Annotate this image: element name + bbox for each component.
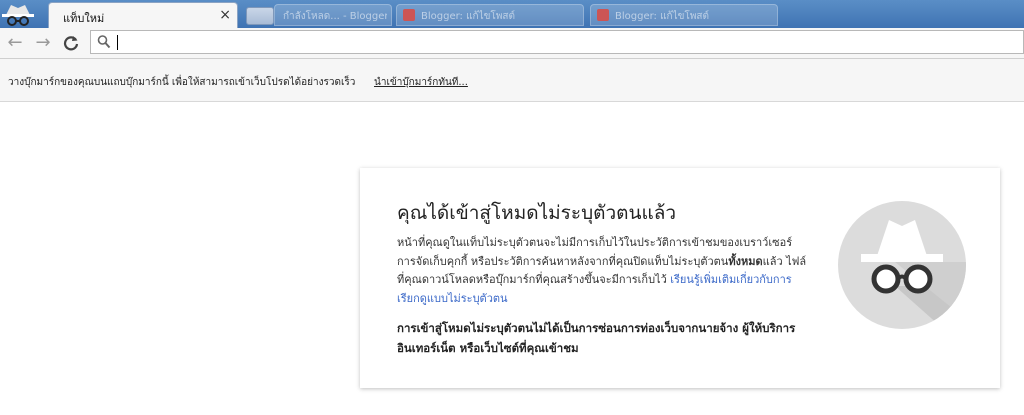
description-bold: ทั้งหมด	[728, 254, 763, 268]
bookmark-bar: วางบุ๊กมาร์กของคุณบนแถบบุ๊กมาร์กนี้ เพื่…	[0, 59, 1024, 102]
blogger-favicon-icon	[403, 9, 415, 21]
tab-new-tab[interactable]: แท็บใหม่ ×	[48, 2, 238, 28]
incognito-heading: คุณได้เข้าสู่โหมดไม่ระบุตัวตนแล้ว	[397, 202, 677, 224]
bookmark-bar-message: วางบุ๊กมาร์กของคุณบนแถบบุ๊กมาร์กนี้ เพื่…	[8, 77, 356, 88]
search-icon	[97, 34, 111, 54]
reload-icon[interactable]	[60, 32, 82, 54]
incognito-icon	[0, 0, 46, 28]
new-tab-button[interactable]	[246, 7, 274, 25]
omnibox-input[interactable]	[117, 33, 1001, 53]
incognito-warning: การเข้าสู่โหมดไม่ระบุตัวตนไม่ได้เป็นการซ…	[397, 321, 796, 355]
tab-strip: แท็บใหม่ × กำลังโหลด... - Blogger Blogge…	[0, 0, 1024, 28]
toolbar: ← →	[0, 28, 1024, 59]
close-icon[interactable]: ×	[219, 7, 231, 23]
omnibox[interactable]	[90, 30, 1024, 54]
tab-title: Blogger: แก้ไขโพสต์	[421, 11, 516, 22]
background-tab[interactable]: Blogger: แก้ไขโพสต์	[590, 4, 778, 26]
import-bookmarks-link[interactable]: นำเข้าบุ๊กมาร์กทันที...	[374, 75, 468, 90]
tab-title: Blogger: แก้ไขโพสต์	[615, 11, 710, 22]
incognito-description: หน้าที่คุณดูในแท็บไม่ระบุตัวตนจะไม่มีการ…	[397, 234, 807, 308]
blogger-favicon-icon	[597, 9, 609, 21]
background-tab[interactable]: Blogger: แก้ไขโพสต์	[396, 4, 584, 26]
text-caret	[117, 35, 118, 50]
tab-title: แท็บใหม่	[63, 12, 105, 25]
spy-icon	[837, 200, 967, 334]
incognito-card: คุณได้เข้าสู่โหมดไม่ระบุตัวตนแล้ว หน้าที…	[360, 168, 1000, 388]
tab-title: กำลังโหลด... - Blogger	[283, 11, 387, 22]
back-icon[interactable]: ←	[4, 32, 26, 54]
forward-icon[interactable]: →	[32, 32, 54, 54]
background-tab[interactable]: กำลังโหลด... - Blogger	[274, 4, 392, 26]
